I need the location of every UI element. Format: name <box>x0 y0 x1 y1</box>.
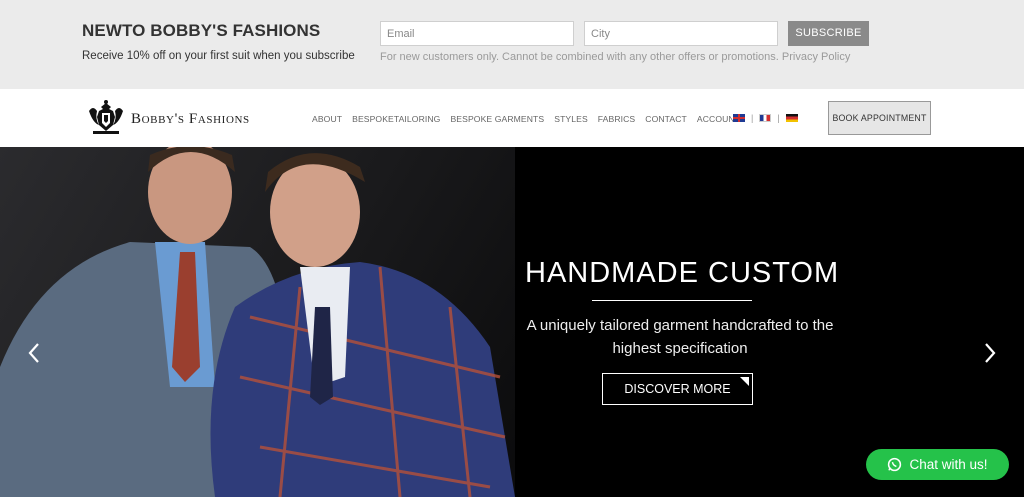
subscribe-fine-print: For new customers only. Cannot be combin… <box>380 51 851 63</box>
logo-text[interactable]: Bobby's Fashions <box>131 111 250 128</box>
crest-logo-icon[interactable] <box>85 99 127 137</box>
nav-contact[interactable]: CONTACT <box>645 114 687 124</box>
fr-flag-icon[interactable] <box>759 114 772 122</box>
site-header: Bobby's Fashions ABOUT BESPOKETAILORING … <box>0 89 1024 147</box>
city-field[interactable]: City <box>584 21 778 46</box>
language-switcher: | | <box>733 113 798 123</box>
nav-about[interactable]: ABOUT <box>312 114 342 124</box>
whatsapp-icon <box>888 457 902 472</box>
hero-image <box>0 147 515 497</box>
hero-slider: HANDMADE CUSTOM A uniquely tailored garm… <box>0 147 1024 497</box>
discover-more-button[interactable]: DISCOVER MORE <box>602 373 753 405</box>
subscribe-bar: NEWTO BOBBY'S FASHIONS Receive 10% off o… <box>0 0 1024 89</box>
subscribe-button[interactable]: SUBSCRIBE <box>788 21 869 46</box>
chat-button[interactable]: Chat with us! <box>866 449 1009 480</box>
email-field[interactable]: Email <box>380 21 574 46</box>
uk-flag-icon[interactable] <box>733 114 745 122</box>
nav-bespoke-garments[interactable]: BESPOKE GARMENTS <box>450 114 544 124</box>
main-nav: ABOUT BESPOKETAILORING BESPOKE GARMENTS … <box>312 114 750 124</box>
nav-fabrics[interactable]: FABRICS <box>598 114 635 124</box>
chevron-left-icon[interactable] <box>27 342 41 364</box>
nav-styles[interactable]: STYLES <box>554 114 588 124</box>
nav-bespoke-tailoring[interactable]: BESPOKETAILORING <box>352 114 440 124</box>
hero-title: HANDMADE CUSTOM <box>525 257 840 289</box>
subscribe-text: Receive 10% off on your first suit when … <box>82 50 355 62</box>
discover-more-label: DISCOVER MORE <box>624 382 731 396</box>
corner-triangle-icon <box>740 377 749 386</box>
flag-separator: | <box>777 113 780 123</box>
hero-divider <box>592 300 752 301</box>
book-appointment-button[interactable]: BOOK APPOINTMENT <box>828 101 931 135</box>
subscribe-title: NEWTO BOBBY'S FASHIONS <box>82 21 321 40</box>
flag-separator: | <box>751 113 754 123</box>
chevron-right-icon[interactable] <box>983 342 997 364</box>
hero-subtitle: A uniquely tailored garment handcrafted … <box>526 317 834 357</box>
chat-label: Chat with us! <box>909 457 988 472</box>
de-flag-icon[interactable] <box>785 114 798 122</box>
